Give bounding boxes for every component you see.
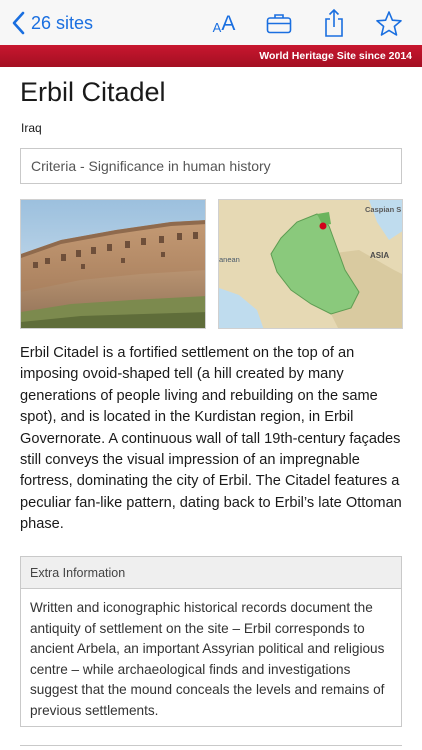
criteria-field[interactable]: Criteria - Significance in human history	[20, 148, 402, 184]
favorite-button[interactable]	[374, 8, 404, 38]
share-icon	[325, 8, 343, 37]
map-label-asia: ASIA	[370, 251, 389, 260]
extra-information-title: Extra Information	[30, 565, 126, 580]
citadel-photo-image	[21, 200, 205, 328]
font-size-button[interactable]: A A	[211, 8, 237, 38]
heritage-banner-text: World Heritage Site since 2014	[259, 50, 412, 62]
location-map-image: Caspian S ASIA anean	[219, 200, 402, 328]
chevron-left-icon	[12, 11, 25, 35]
briefcase-button[interactable]	[265, 8, 293, 38]
share-button[interactable]	[322, 8, 346, 38]
country-label: Iraq	[21, 121, 42, 135]
back-button[interactable]: 26 sites	[10, 9, 93, 37]
extra-information-header[interactable]: Extra Information	[21, 557, 401, 589]
extra-information-text: Written and iconographic historical reco…	[30, 600, 385, 718]
map-label-caspian: Caspian S	[365, 205, 401, 214]
map-label-mediterranean: anean	[219, 255, 240, 264]
star-icon	[376, 10, 402, 36]
site-description: Erbil Citadel is a fortified settlement …	[20, 345, 402, 533]
extra-information-panel: Extra Information Written and iconograph…	[20, 556, 402, 727]
back-button-label: 26 sites	[31, 13, 94, 33]
site-photo[interactable]	[20, 199, 206, 329]
navigation-bar: 26 sites A A	[0, 0, 422, 45]
font-size-icon: A	[212, 19, 222, 35]
location-map[interactable]: Caspian S ASIA anean	[218, 199, 403, 329]
page-title: Erbil Citadel	[20, 77, 166, 107]
briefcase-icon	[266, 14, 292, 34]
font-size-large-glyph: A	[221, 11, 236, 35]
location-marker	[319, 222, 327, 230]
criteria-text: Criteria - Significance in human history	[31, 158, 271, 174]
heritage-banner: World Heritage Site since 2014	[0, 45, 422, 67]
bottom-divider	[20, 745, 402, 746]
